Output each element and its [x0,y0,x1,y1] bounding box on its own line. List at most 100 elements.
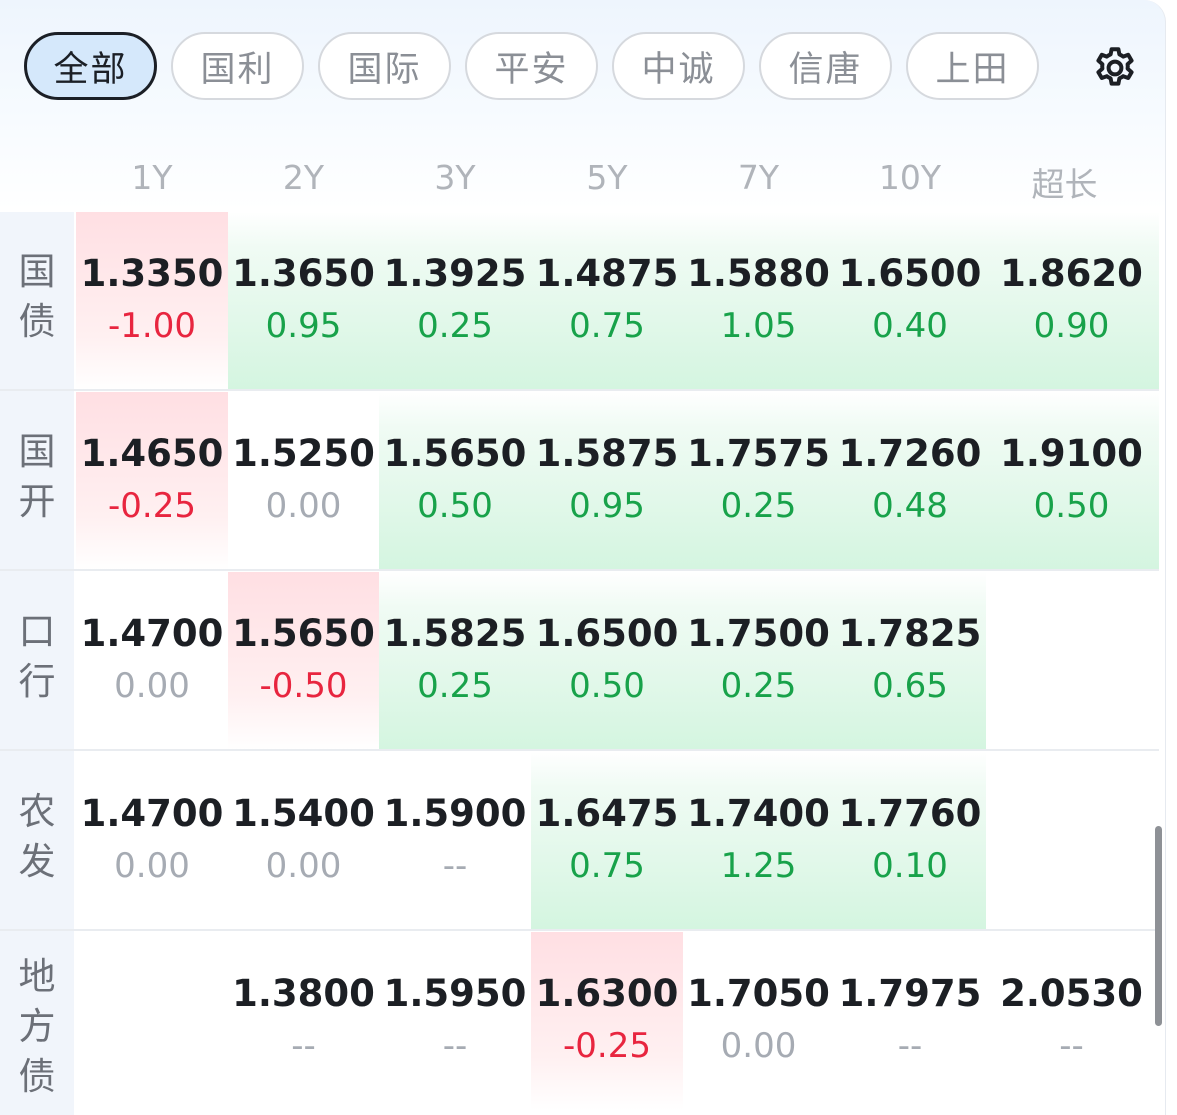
quote-cell[interactable]: 1.5400 0.00 [228,752,379,930]
quote-rate: 1.8620 [1000,252,1143,295]
quote-change [986,840,1157,892]
quote-change: 0.25 [720,666,797,706]
gear-icon[interactable] [1091,44,1139,92]
quote-rate: 1.5650 [232,612,375,655]
filter-pill-3[interactable]: 平安 [465,32,598,100]
row-divider [0,749,1159,751]
filter-pill-6[interactable]: 上田 [906,32,1039,100]
quote-cell[interactable]: 1.4650 -0.25 [76,392,228,570]
quote-change: 1.25 [720,846,797,886]
quote-cell[interactable]: 1.4700 0.00 [76,572,228,750]
row-label-char: 农 [18,790,56,833]
tenor-header-0[interactable]: 1Y [76,158,228,204]
tenor-header-4[interactable]: 7Y [683,158,834,204]
quote-cell[interactable]: 1.9100 0.50 [986,392,1159,570]
quote-cell[interactable]: 1.7400 1.25 [683,752,834,930]
quote-cell[interactable]: 1.7825 0.65 [834,572,986,750]
quote-change: -1.00 [108,306,196,346]
tenor-header-5[interactable]: 10Y [834,158,986,204]
quote-rate: 1.5400 [232,792,375,835]
filter-pill-4[interactable]: 中诚 [612,32,745,100]
quote-change: 0.48 [872,486,948,526]
quote-rate: 1.7050 [687,972,830,1015]
quote-rate: 1.7975 [838,972,982,1015]
quote-rate: 1.5825 [383,612,527,655]
quote-cell[interactable]: 1.5950 -- [379,932,531,1110]
quote-cell[interactable]: 1.5880 1.05 [683,212,834,390]
quote-change: 0.75 [569,846,645,886]
quote-rate: 1.4700 [80,612,224,655]
quote-rate: 1.4700 [80,792,224,835]
row-label-char: 发 [18,840,56,883]
row-label-char: 行 [18,660,56,703]
quote-rate [986,608,1157,660]
quote-cell[interactable]: 1.4875 0.75 [531,212,683,390]
quote-change: -- [442,1026,468,1066]
quote-cell[interactable]: 1.7575 0.25 [683,392,834,570]
quote-rate: 2.0530 [1000,972,1143,1015]
quote-change: 0.50 [417,486,493,526]
filter-pill-2[interactable]: 国际 [318,32,451,100]
filter-pill-5[interactable]: 信唐 [759,32,892,100]
quote-change: 0.65 [872,666,948,706]
quote-cell[interactable]: 1.8620 0.90 [986,212,1159,390]
quote-cell[interactable]: 1.5650 0.50 [379,392,531,570]
row-label-char: 债 [18,300,56,343]
tenor-header-6[interactable]: 超长 [978,158,1151,204]
quote-change [986,660,1157,712]
yield-panel: 全部 国利 国际 平安 中诚 信唐 上田 1Y 2Y 3Y 5Y 7Y 10Y 超长 国债 1.3350-… [0,0,1166,1115]
quote-cell[interactable]: 1.3800 -- [228,932,379,1110]
quote-change: -- [1059,1026,1084,1066]
quote-rate: 1.4650 [80,432,224,475]
tenor-header-3[interactable]: 5Y [531,158,683,204]
quote-rate: 1.7575 [687,432,830,475]
quote-rate: 1.7760 [838,792,982,835]
row-label-3: 农发 [0,787,74,887]
row-label-4: 地方债 [0,952,74,1102]
quote-change: 0.00 [720,1026,797,1066]
quote-cell[interactable]: 1.3925 0.25 [379,212,531,390]
quote-cell[interactable]: 1.5250 0.00 [228,392,379,570]
quote-cell[interactable]: 1.4700 0.00 [76,752,228,930]
quote-cell[interactable]: 1.3650 0.95 [228,212,379,390]
quote-cell[interactable]: 1.6500 0.40 [834,212,986,390]
quote-cell[interactable]: 1.7050 0.00 [683,932,834,1110]
tenor-header-1[interactable]: 2Y [228,158,379,204]
scrollbar[interactable] [1155,826,1162,1026]
quote-rate: 1.6500 [838,252,982,295]
row-label-1: 国开 [0,427,74,527]
quote-cell[interactable]: 1.5875 0.95 [531,392,683,570]
quote-change: 0.25 [417,306,493,346]
quote-cell[interactable]: 1.6500 0.50 [531,572,683,750]
quote-cell[interactable]: 1.5825 0.25 [379,572,531,750]
quote-rate: 1.7825 [838,612,982,655]
quote-cell [986,752,1159,930]
quote-cell[interactable]: 1.7500 0.25 [683,572,834,750]
quote-cell[interactable]: 1.5650 -0.50 [228,572,379,750]
row-divider [0,929,1159,931]
quote-cell[interactable]: 1.7975 -- [834,932,986,1110]
quote-rate: 1.7260 [838,432,982,475]
quote-rate: 1.5900 [383,792,527,835]
quote-cell[interactable]: 1.6300 -0.25 [531,932,683,1110]
quote-cell[interactable]: 2.0530 -- [986,932,1159,1110]
quote-rate: 1.3925 [383,252,527,295]
quote-cell[interactable]: 1.6475 0.75 [531,752,683,930]
quote-change: 0.00 [265,846,342,886]
quote-rate: 1.3350 [80,252,224,295]
quote-change: 0.00 [114,666,190,706]
quote-cell[interactable]: 1.7260 0.48 [834,392,986,570]
row-divider [0,569,1159,571]
quote-change: -0.50 [259,666,348,706]
filter-pill-1[interactable]: 国利 [171,32,304,100]
quote-cell[interactable]: 1.5900 -- [379,752,531,930]
quote-change: 0.40 [872,306,948,346]
quote-rate: 1.7500 [687,612,830,655]
quote-change: 0.50 [569,666,645,706]
filter-pill-0[interactable]: 全部 [24,32,157,100]
quote-change: -- [897,1026,923,1066]
quote-cell[interactable]: 1.3350 -1.00 [76,212,228,390]
quote-cell[interactable]: 1.7760 0.10 [834,752,986,930]
quote-rate: 1.3650 [232,252,375,295]
tenor-header-2[interactable]: 3Y [379,158,531,204]
